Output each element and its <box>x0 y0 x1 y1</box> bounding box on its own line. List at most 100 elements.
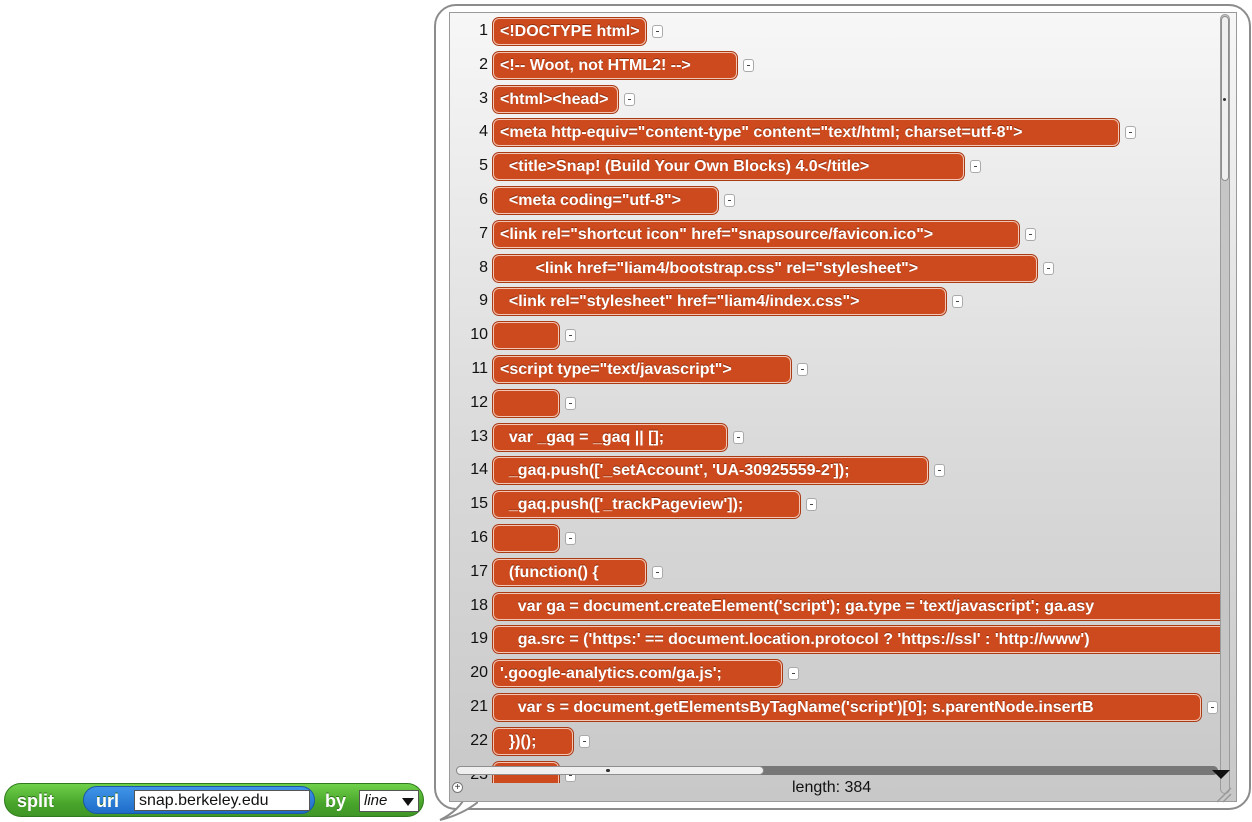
list-table-view[interactable]: 1 <!DOCTYPE html> 2 <!-- Woot, not HTML2! -… <box>449 12 1237 802</box>
list-item-text[interactable]: var s = document.getElementsByTagName('s… <box>493 694 1201 721</box>
table-row: 14 _gaq.push(['_setAccount', 'UA-3092555… <box>450 454 1230 488</box>
list-item-text[interactable]: _gaq.push(['_setAccount', 'UA-30925559-2… <box>493 457 928 485</box>
row-index: 8 <box>479 258 488 276</box>
table-row: 6 <meta coding="utf-8"> <box>450 184 1230 218</box>
table-row: 9 <link rel="stylesheet" href="liam4/ind… <box>450 285 1230 319</box>
table-row: 17 (function() { <box>450 556 1230 590</box>
row-index: 9 <box>479 292 488 310</box>
cell-handle-icon[interactable] <box>565 532 576 545</box>
list-item-text[interactable]: <html><head> <box>493 85 618 113</box>
row-index: 20 <box>470 664 488 682</box>
cell-handle-icon[interactable] <box>733 430 744 444</box>
dropdown-arrow-icon[interactable] <box>402 798 414 806</box>
list-item-text[interactable]: ga.src = ('https:' == document.location.… <box>493 626 1230 654</box>
table-row: 22 })(); <box>450 725 1230 759</box>
row-index: 14 <box>470 461 488 479</box>
cell-handle-icon[interactable] <box>806 498 817 512</box>
table-row: 4 <meta http-equiv="content-type" content… <box>450 116 1230 150</box>
list-item-text[interactable]: <link href="liam4/bootstrap.css" rel="st… <box>493 254 1037 282</box>
row-index: 11 <box>471 360 488 377</box>
table-row: 20 '.google-analytics.com/ga.js'; <box>450 657 1230 691</box>
table-row: 10 <box>450 319 1230 353</box>
table-row: 16 <box>450 522 1230 556</box>
split-block[interactable]: split url snap.berkeley.edu by line <box>4 783 424 817</box>
row-index: 6 <box>479 191 488 208</box>
table-row: 19 ga.src = ('https:' == document.locati… <box>450 623 1230 657</box>
list-item-text[interactable]: <link rel="stylesheet" href="liam4/index… <box>493 288 946 316</box>
list-item-text[interactable]: var ga = document.createElement('script'… <box>493 592 1230 620</box>
scroll-grip-icon <box>606 769 610 772</box>
resize-handle-icon[interactable] <box>1213 784 1233 804</box>
table-rows: 1 <!DOCTYPE html> 2 <!-- Woot, not HTML2! -… <box>450 13 1230 783</box>
list-item-text[interactable]: <link rel="shortcut icon" href="snapsour… <box>493 220 1019 248</box>
row-index: 13 <box>470 427 488 445</box>
table-row: 21 var s = document.getElementsByTagName… <box>450 691 1230 725</box>
cell-handle-icon[interactable] <box>1043 261 1054 275</box>
table-row: 8 <link href="liam4/bootstrap.css" rel="… <box>450 252 1230 286</box>
cell-handle-icon[interactable] <box>788 667 799 681</box>
expand-icon[interactable]: + <box>452 782 463 793</box>
table-row: 7 <link rel="shortcut icon" href="snapsou… <box>450 218 1230 252</box>
url-label: url <box>96 791 120 811</box>
split-by-dropdown[interactable]: line <box>359 790 419 812</box>
cell-handle-icon[interactable] <box>743 58 754 72</box>
list-item-text[interactable]: (function() { <box>493 558 646 586</box>
list-item-text[interactable]: })(); <box>493 727 573 755</box>
list-item-text[interactable] <box>493 389 559 417</box>
cell-handle-icon[interactable] <box>565 396 576 410</box>
row-index: 21 <box>470 698 488 715</box>
row-index: 19 <box>470 630 488 648</box>
cell-handle-icon[interactable] <box>624 92 635 106</box>
cell-handle-icon[interactable] <box>652 25 663 38</box>
table-row: 18 var ga = document.createElement('scri… <box>450 590 1230 624</box>
cell-handle-icon[interactable] <box>970 160 981 174</box>
table-row: 11 <script type="text/javascript"> <box>450 353 1230 387</box>
row-index: 2 <box>479 55 488 73</box>
list-item-text[interactable] <box>493 322 559 350</box>
split-label: split <box>17 791 55 811</box>
url-input[interactable]: snap.berkeley.edu <box>134 790 310 811</box>
horizontal-scroll-thumb[interactable] <box>456 766 764 775</box>
table-row: 15 _gaq.push(['_trackPageview']); <box>450 488 1230 522</box>
list-item-text[interactable]: <meta http-equiv="content-type" content=… <box>493 119 1119 147</box>
list-item-text[interactable]: <meta coding="utf-8"> <box>493 187 718 214</box>
row-index: 1 <box>479 22 488 39</box>
cell-handle-icon[interactable] <box>797 363 808 376</box>
by-label: by <box>325 791 347 811</box>
row-index: 18 <box>470 596 488 614</box>
table-row: 12 <box>450 387 1230 421</box>
row-index: 17 <box>470 562 488 580</box>
cell-handle-icon[interactable] <box>952 295 963 309</box>
cell-handle-icon[interactable] <box>1207 701 1218 714</box>
table-row: 13 var _gaq = _gaq || []; <box>450 421 1230 455</box>
list-item-text[interactable]: '.google-analytics.com/ga.js'; <box>493 660 782 688</box>
cell-handle-icon[interactable] <box>934 464 945 478</box>
table-row: 5 <title>Snap! (Build Your Own Blocks) 4… <box>450 150 1230 184</box>
list-item-text[interactable]: <!DOCTYPE html> <box>493 18 646 45</box>
scroll-down-arrow-icon[interactable] <box>1212 770 1230 779</box>
cell-handle-icon[interactable] <box>724 194 735 207</box>
list-length-label: length: 384 <box>792 779 872 796</box>
list-item-text[interactable]: <title>Snap! (Build Your Own Blocks) 4.0… <box>493 153 964 181</box>
cell-handle-icon[interactable] <box>1125 126 1136 140</box>
split-by-value: line <box>364 792 388 809</box>
cell-handle-icon[interactable] <box>1025 227 1036 241</box>
row-index: 3 <box>479 89 488 107</box>
list-item-text[interactable] <box>493 525 559 552</box>
cell-handle-icon[interactable] <box>579 734 590 748</box>
row-index: 15 <box>470 495 488 513</box>
row-index: 10 <box>470 326 488 344</box>
cell-handle-icon[interactable] <box>565 329 576 343</box>
row-index: 5 <box>479 157 488 175</box>
table-row: 1 <!DOCTYPE html> <box>450 15 1230 49</box>
row-index: 22 <box>470 731 488 749</box>
url-reporter[interactable]: url snap.berkeley.edu <box>83 786 315 814</box>
list-item-text[interactable]: <!-- Woot, not HTML2! --> <box>493 51 737 79</box>
list-item-text[interactable]: <script type="text/javascript"> <box>493 356 791 383</box>
list-item-text[interactable]: var _gaq = _gaq || []; <box>493 423 727 451</box>
row-index: 12 <box>470 393 488 411</box>
table-row: 2 <!-- Woot, not HTML2! --> <box>450 49 1230 83</box>
list-item-text[interactable]: _gaq.push(['_trackPageview']); <box>493 491 800 519</box>
table-row: 3 <html><head> <box>450 83 1230 117</box>
cell-handle-icon[interactable] <box>652 565 663 579</box>
